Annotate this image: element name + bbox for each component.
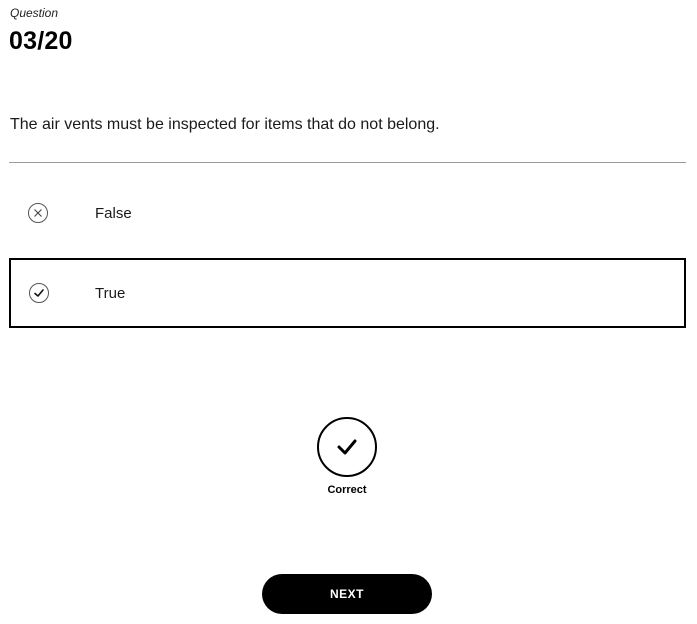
check-circle-icon [29,283,49,303]
question-text: The air vents must be inspected for item… [10,116,440,133]
x-circle-icon [28,203,48,223]
answer-option-true[interactable]: True [9,258,686,328]
answer-option-label: False [95,205,132,222]
next-button[interactable]: NEXT [262,574,432,614]
feedback-text: Correct [327,484,367,496]
answer-option-false[interactable]: False [9,180,686,246]
divider [9,162,686,163]
answer-option-label: True [95,285,126,302]
question-label: Question [10,6,59,20]
question-counter: 03/20 [9,27,73,55]
checkmark-circle-icon [317,417,377,477]
